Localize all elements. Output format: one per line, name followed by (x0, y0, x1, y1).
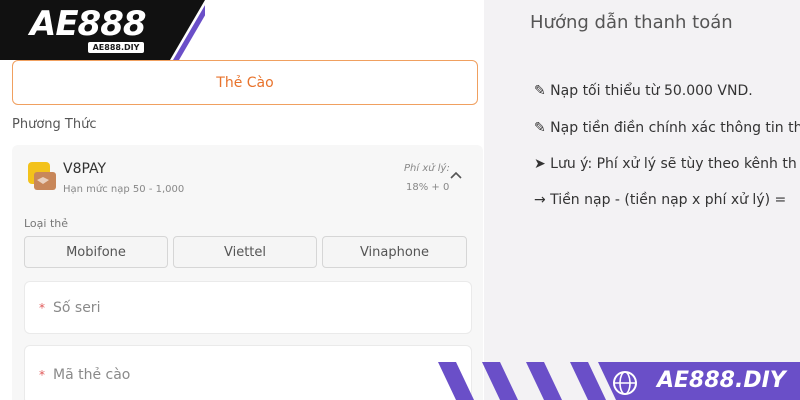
banner-text: AE888.DIY (657, 368, 786, 393)
guide-line: ✎ Nạp tiền điền chính xác thông tin th (534, 120, 800, 136)
card-code-placeholder: Mã thẻ cào (53, 367, 131, 383)
fee-value: 18% + 0 (406, 182, 450, 193)
card-code-field[interactable]: * Mã thẻ cào (24, 345, 472, 400)
tab-scratch-card-label: Thẻ Cào (216, 74, 274, 91)
network-button-vinaphone[interactable]: Vinaphone (322, 236, 467, 268)
required-mark: * (39, 368, 45, 382)
guide-line: ✎ Nạp tối thiểu từ 50.000 VND. (534, 83, 753, 99)
network-button-mobifone[interactable]: Mobifone (24, 236, 168, 268)
network-label: Vinaphone (359, 244, 430, 260)
chevron-up-icon[interactable] (449, 170, 463, 180)
guide-line: → Tiền nạp - (tiền nạp x phí xử lý) = (534, 192, 787, 208)
network-label: Mobifone (66, 244, 126, 260)
required-mark: * (39, 300, 45, 315)
provider-name: V8PAY (63, 161, 107, 177)
guide-line: ➤ Lưu ý: Phí xử lý sẽ tùy theo kênh th (534, 156, 797, 172)
fee-label: Phí xử lý: (404, 163, 450, 174)
logo-subtext: AE888.DIY (88, 42, 144, 53)
tab-scratch-card[interactable]: Thẻ Cào (12, 60, 478, 105)
v8pay-icon (28, 162, 56, 190)
card-type-label: Loại thẻ (24, 217, 69, 230)
globe-icon (613, 371, 637, 395)
payment-guide-panel: Hướng dẫn thanh toán ✎ Nạp tối thiểu từ … (484, 0, 800, 400)
guide-title: Hướng dẫn thanh toán (530, 12, 733, 33)
method-section-label: Phương Thức (12, 117, 97, 132)
network-label: Viettel (223, 244, 267, 260)
network-button-viettel[interactable]: Viettel (173, 236, 317, 268)
provider-limit: Hạn mức nạp 50 - 1,000 (63, 184, 185, 195)
logo-text: AE888 (30, 4, 147, 44)
serial-number-field[interactable]: * Số seri (24, 281, 472, 334)
serial-number-placeholder: Số seri (53, 299, 101, 316)
